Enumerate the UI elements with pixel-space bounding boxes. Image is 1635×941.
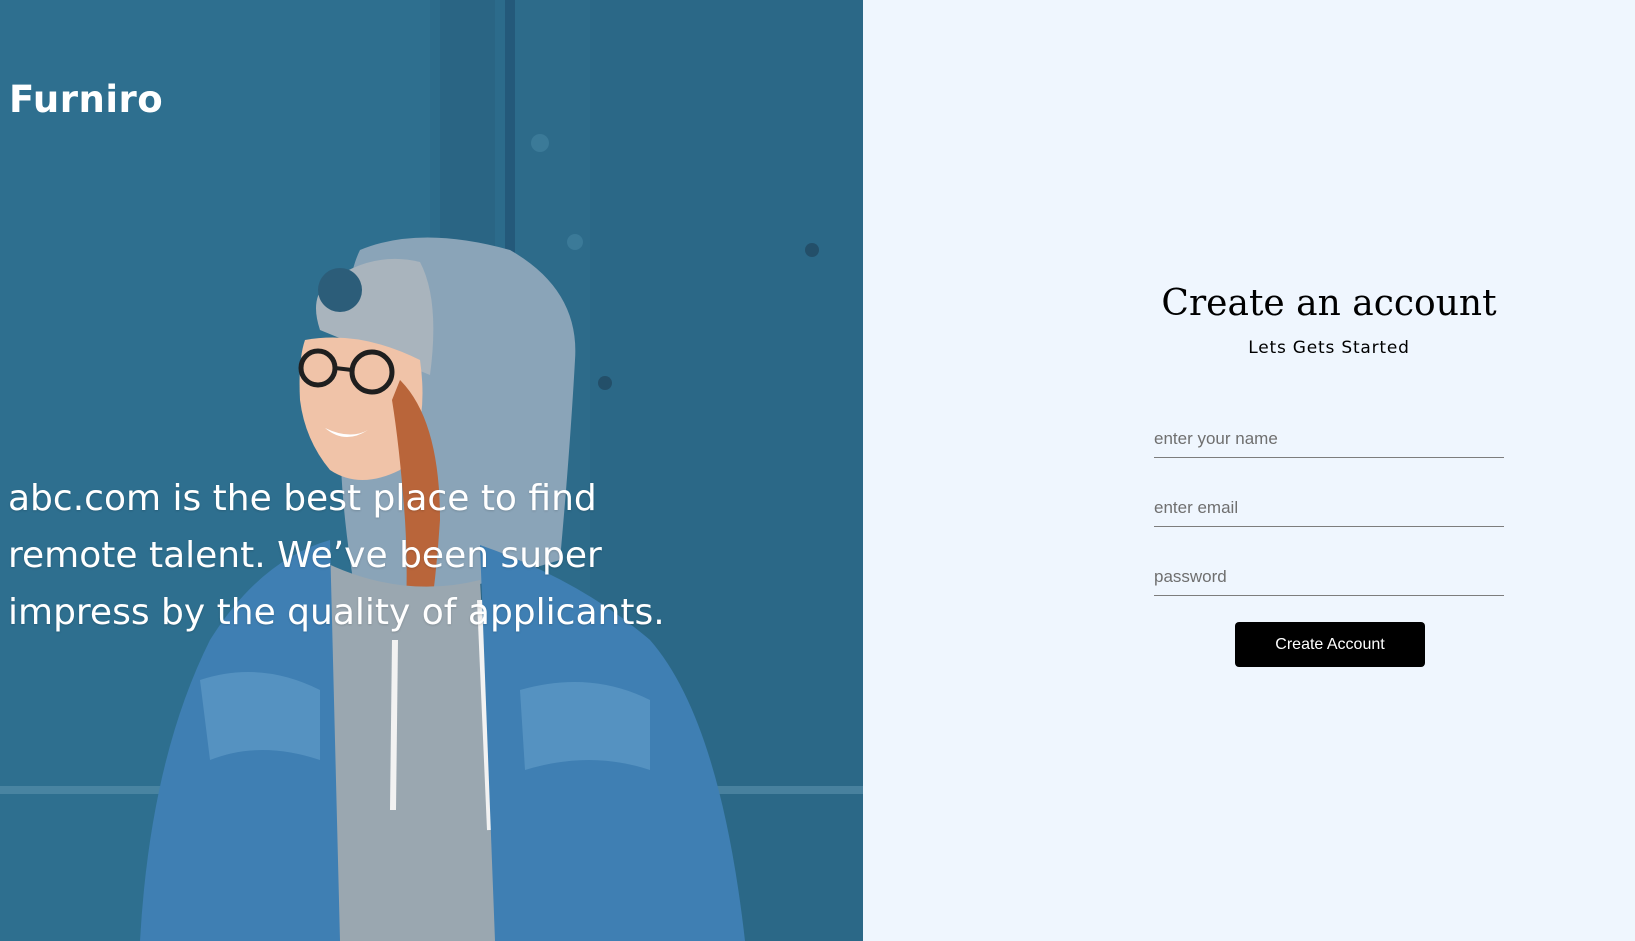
brand-logo: Furniro bbox=[9, 78, 164, 121]
hero-tagline: abc.com is the best place to find remote… bbox=[8, 478, 665, 633]
email-input[interactable] bbox=[1154, 489, 1504, 527]
signup-page: Furniro abc.com is the best place to fin… bbox=[0, 0, 1635, 941]
create-account-button[interactable]: Create Account bbox=[1235, 622, 1425, 667]
form-subtitle: Lets Gets Started bbox=[1248, 338, 1410, 358]
name-input[interactable] bbox=[1154, 420, 1504, 458]
password-input[interactable] bbox=[1154, 558, 1504, 596]
form-title: Create an account bbox=[1161, 283, 1497, 324]
signup-form-panel: Create an account Lets Gets Started Crea… bbox=[863, 0, 1635, 941]
hero-panel: Furniro abc.com is the best place to fin… bbox=[0, 0, 863, 941]
